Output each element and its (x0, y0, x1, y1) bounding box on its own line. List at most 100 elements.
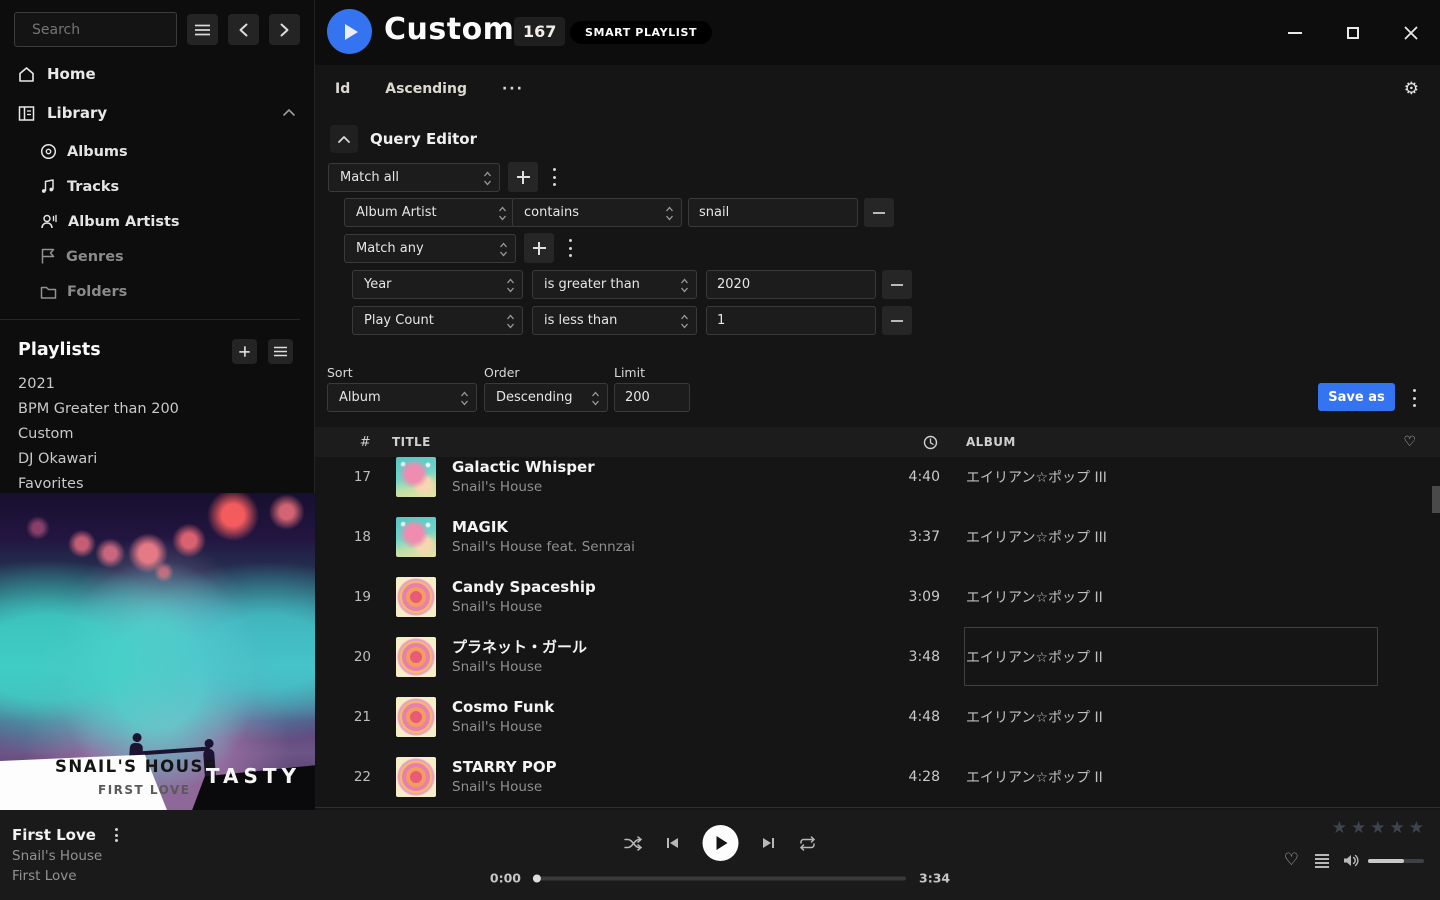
rule-2-field-select[interactable]: Year (352, 270, 523, 299)
remove-rule-1-button[interactable] (864, 198, 894, 227)
close-button[interactable] (1397, 19, 1425, 47)
updown-icon (506, 314, 515, 329)
play-playlist-button[interactable] (327, 9, 372, 54)
sidebar-item-home[interactable]: Home (18, 65, 96, 83)
library-collapse-button[interactable] (283, 109, 295, 116)
track-row[interactable]: 21 Cosmo Funk Snail's House 4:48 エイリアン☆ポ… (315, 687, 1440, 747)
divider (0, 319, 300, 320)
track-row[interactable]: 19 Candy Spaceship Snail's House 3:09 エイ… (315, 567, 1440, 627)
match-group-1-select[interactable]: Match all (328, 163, 500, 192)
track-album-art (396, 757, 436, 797)
repeat-button[interactable] (799, 836, 817, 851)
rule-2-value-input[interactable] (706, 270, 876, 299)
match-group-2-select[interactable]: Match any (344, 234, 516, 263)
sort-direction-button[interactable]: Ascending (385, 81, 467, 97)
track-album[interactable]: エイリアン☆ポップ III (940, 467, 1390, 487)
group-2-menu-button[interactable] (563, 239, 577, 257)
track-row[interactable]: 22 STARRY POP Snail's House 4:28 エイリアン☆ポ… (315, 747, 1440, 807)
add-rule-group-2-button[interactable] (524, 233, 554, 263)
next-track-button[interactable] (762, 836, 776, 850)
sidebar-item-albums[interactable]: Albums (40, 143, 128, 160)
minus-icon (873, 212, 885, 214)
album-art-graphic (396, 697, 436, 737)
updown-icon (506, 278, 515, 293)
sort-label: Sort (327, 365, 353, 380)
track-album[interactable]: エイリアン☆ポップ III (940, 527, 1390, 547)
query-editor-collapse-button[interactable] (330, 125, 358, 153)
select-value: Album Artist (356, 205, 437, 220)
back-button[interactable] (228, 14, 259, 45)
star-icon[interactable]: ★ (1351, 820, 1366, 837)
rule-1-operator-select[interactable]: contains (512, 198, 682, 227)
track-album-art (396, 517, 436, 557)
playlist-item[interactable]: Custom (18, 421, 298, 446)
rule-3-field-select[interactable]: Play Count (352, 306, 523, 335)
shuffle-button[interactable] (624, 836, 643, 851)
volume-slider[interactable] (1368, 859, 1424, 863)
scrollbar-thumb[interactable] (1432, 486, 1440, 513)
more-options-button[interactable]: ··· (502, 81, 524, 97)
rule-2-operator-select[interactable]: is greater than (532, 270, 697, 299)
playlist-item[interactable]: 2021 (18, 371, 298, 396)
track-album[interactable]: エイリアン☆ポップ II (940, 707, 1390, 727)
track-row[interactable]: 20 プラネット・ガール Snail's House 3:48 エイリアン☆ポッ… (315, 627, 1440, 687)
save-menu-button[interactable] (1407, 389, 1421, 407)
sort-select[interactable]: Album (327, 383, 477, 412)
add-rule-group-1-button[interactable] (508, 162, 538, 192)
rule-3-value-input[interactable] (706, 306, 876, 335)
star-icon[interactable]: ★ (1332, 820, 1347, 837)
sort-field-button[interactable]: Id (335, 81, 350, 97)
artist-person-icon (40, 213, 58, 230)
star-icon[interactable]: ★ (1390, 820, 1405, 837)
order-select[interactable]: Descending (484, 383, 608, 412)
search-box[interactable] (14, 12, 177, 47)
rule-1-value-input[interactable] (688, 198, 858, 227)
remove-rule-3-button[interactable] (882, 306, 912, 335)
add-playlist-button[interactable] (232, 339, 257, 364)
playlist-header-band: Custom 167 SMART PLAYLIST (315, 0, 1440, 65)
star-icon[interactable]: ★ (1370, 820, 1385, 837)
group-1-menu-button[interactable] (547, 168, 561, 186)
select-value: Album (339, 390, 381, 405)
playlist-item[interactable]: DJ Okawari (18, 446, 298, 471)
forward-button[interactable] (269, 14, 300, 45)
playlist-title: Custom (384, 12, 514, 47)
track-artist: Snail's House feat. Sennzai (452, 537, 860, 557)
rule-3-operator-select[interactable]: is less than (532, 306, 697, 335)
star-icon[interactable]: ★ (1409, 820, 1424, 837)
play-pause-button[interactable] (703, 825, 739, 861)
maximize-icon (1347, 27, 1359, 39)
album-art-graphic (396, 517, 436, 557)
now-playing-album-art[interactable]: SNAIL'S HOUSE FIRST LOVE TASTY (0, 493, 315, 810)
sidebar-item-library[interactable]: Library (18, 104, 107, 122)
albums-disc-icon (40, 143, 57, 160)
track-row[interactable]: 18 MAGIK Snail's House feat. Sennzai 3:3… (315, 507, 1440, 567)
settings-gear-icon[interactable]: ⚙ (1404, 79, 1419, 99)
menu-button[interactable] (187, 14, 218, 45)
volume-button[interactable] (1342, 853, 1360, 868)
save-as-button[interactable]: Save as (1318, 383, 1395, 411)
now-playing-menu-button[interactable] (110, 828, 124, 842)
seek-bar[interactable] (534, 876, 906, 880)
previous-icon (666, 836, 680, 850)
minimize-button[interactable] (1281, 19, 1309, 47)
sidebar-item-folders[interactable]: Folders (40, 284, 127, 300)
sidebar-item-tracks[interactable]: Tracks (40, 178, 119, 195)
playlist-item[interactable]: BPM Greater than 200 (18, 396, 298, 421)
seek-handle[interactable] (533, 874, 541, 882)
remove-rule-2-button[interactable] (882, 270, 912, 299)
rule-1-field-select[interactable]: Album Artist (344, 198, 515, 227)
favorite-button[interactable]: ♡ (1284, 852, 1299, 869)
search-input[interactable] (32, 22, 206, 38)
sidebar-item-album-artists[interactable]: Album Artists (40, 213, 180, 230)
track-album[interactable]: エイリアン☆ポップ II (940, 587, 1390, 607)
previous-track-button[interactable] (666, 836, 680, 850)
maximize-button[interactable] (1339, 19, 1367, 47)
minus-icon (891, 320, 903, 322)
track-row[interactable]: 17 Galactic Whisper Snail's House 4:40 エ… (315, 447, 1440, 507)
queue-button[interactable] (1315, 854, 1329, 868)
sidebar-item-genres[interactable]: Genres (40, 248, 124, 265)
limit-input[interactable] (614, 383, 690, 412)
track-album[interactable]: エイリアン☆ポップ II (940, 767, 1390, 787)
playlist-view-button[interactable] (268, 339, 293, 364)
